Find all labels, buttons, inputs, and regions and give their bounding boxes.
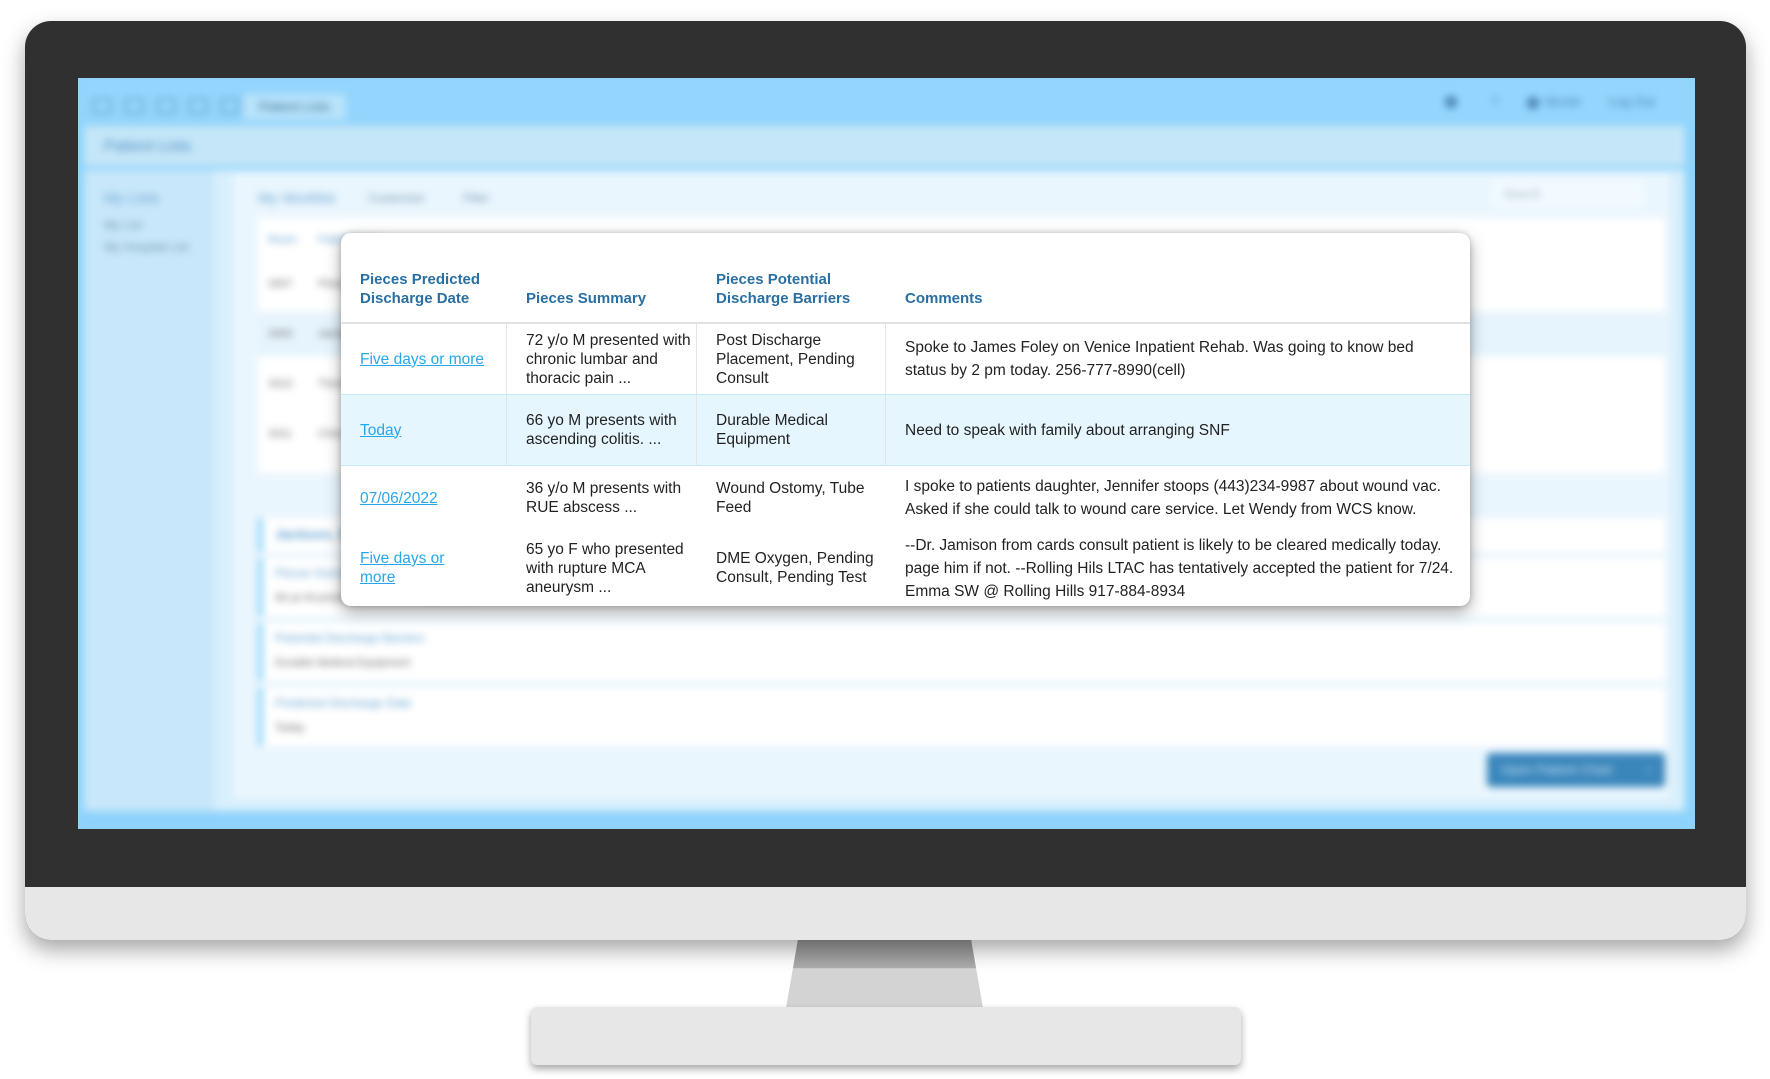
sidebar-item-hospital-list[interactable]: My Hospital List [104, 240, 189, 254]
discharge-date-link[interactable]: Five days or more [360, 350, 484, 369]
table-row[interactable]: 07/06/2022 36 y/o M presents with RUE ab… [341, 466, 1470, 530]
header-barriers: Pieces Potential Discharge Barriers [697, 233, 886, 324]
comments-cell: --Dr. Jamison from cards consult patient… [905, 536, 1454, 600]
calendar-icon[interactable] [188, 98, 208, 114]
comments-cell: Spoke to James Foley on Venice Inpatient… [905, 339, 1414, 379]
list-icon[interactable] [124, 98, 144, 114]
detail-label: Potential Discharge Barriers [275, 631, 425, 645]
comments-cell: Need to speak with family about arrangin… [905, 421, 1230, 439]
summary-cell: 72 y/o M presented with chronic lumbar a… [507, 324, 697, 394]
message-icon[interactable] [220, 98, 240, 114]
discharge-date-cell: Five days or more [341, 530, 507, 606]
search-input[interactable]: Search [1493, 181, 1643, 207]
summary-cell: 65 yo F who presented with rupture MCA a… [526, 540, 684, 596]
table-row[interactable]: Five days or more 72 y/o M presented wit… [341, 324, 1470, 394]
worklist-title: My Worklist [258, 190, 336, 207]
header-comments: Comments [886, 233, 1470, 324]
discharge-date-cell: Five days or more [341, 324, 507, 394]
barriers-cell: Durable Medical Equipment [697, 395, 886, 465]
discharge-date-link[interactable]: 07/06/2022 [360, 489, 438, 508]
detail-label: Predicted Discharge Date [275, 696, 412, 710]
topbar-right: ? Nicole Log Out [1445, 94, 1655, 109]
comments-cell: I spoke to patients daughter, Jennifer s… [905, 478, 1441, 518]
logout-link[interactable]: Log Out [1609, 94, 1655, 109]
monitor-chin [25, 887, 1746, 940]
pieces-popup: Pieces Predicted Discharge Date Pieces S… [341, 233, 1470, 606]
header-discharge-date: Pieces Predicted Discharge Date [341, 233, 507, 324]
monitor-neck [786, 940, 983, 1008]
room-cell: 3410 [268, 378, 293, 390]
arrow-right-icon: › [1646, 762, 1651, 777]
sidebar-title: My Lists [104, 190, 160, 207]
discharge-date-link[interactable]: Five days or more [360, 549, 460, 587]
open-chart-label: Open Patient Chart [1501, 762, 1613, 777]
sidebar [84, 170, 214, 811]
detail-value: Durable Medical Equipment [275, 657, 411, 669]
user-label: Nicole [1544, 94, 1581, 109]
barriers-cell: Post Discharge Placement, Pending Consul… [697, 324, 886, 394]
room-cell: 3407 [268, 278, 293, 290]
summary-cell: 66 yo M presents with ascending colitis.… [507, 395, 697, 465]
discharge-date-cell: 07/06/2022 [341, 466, 507, 530]
sidebar-item-my-list[interactable]: My List [104, 218, 142, 232]
home-icon[interactable] [92, 98, 112, 114]
filter-button[interactable]: Filter [463, 191, 490, 205]
help-icon[interactable]: ? [1491, 94, 1498, 109]
customize-button[interactable]: Customize [368, 191, 425, 205]
monitor-base [531, 1007, 1241, 1065]
header-summary: Pieces Summary [507, 233, 697, 324]
settings-icon[interactable] [1445, 95, 1458, 108]
barriers-cell: DME Oxygen, Pending Consult, Pending Tes… [716, 550, 874, 586]
user-icon [1526, 96, 1539, 109]
detail-card: Potential Discharge Barriers Durable Med… [258, 623, 1665, 681]
open-patient-chart-button[interactable]: Open Patient Chart › [1487, 753, 1665, 787]
toolbar-icons [92, 98, 240, 114]
barriers-cell: Wound Ostomy, Tube Feed [716, 480, 865, 516]
discharge-date-link[interactable]: Today [360, 421, 401, 440]
table-row-highlighted[interactable]: Today 66 yo M presents with ascending co… [341, 394, 1470, 466]
user-menu[interactable]: Nicole [1526, 94, 1581, 109]
detail-card: Predicted Discharge Date Today [258, 688, 1665, 746]
chart-icon[interactable] [156, 98, 176, 114]
summary-cell: 36 y/o M presents with RUE abscess ... [526, 480, 682, 516]
room-cell: 3400 [268, 328, 293, 340]
discharge-date-cell: Today [341, 395, 507, 465]
detail-value: Today [275, 722, 305, 734]
room-cell: 3411 [268, 428, 292, 440]
header-room: Room [268, 234, 298, 246]
page-header [84, 126, 1685, 166]
table-row[interactable]: Five days or more 65 yo F who presented … [341, 530, 1470, 606]
page-title: Patient Lists [104, 138, 192, 155]
tab-patient-lists[interactable]: Patient Lists [243, 94, 346, 120]
pieces-table: Pieces Predicted Discharge Date Pieces S… [341, 233, 1470, 606]
patient-name: Jackson, F [275, 526, 348, 542]
app-topbar: Patient Lists ? Nicole Log Out [78, 78, 1695, 126]
